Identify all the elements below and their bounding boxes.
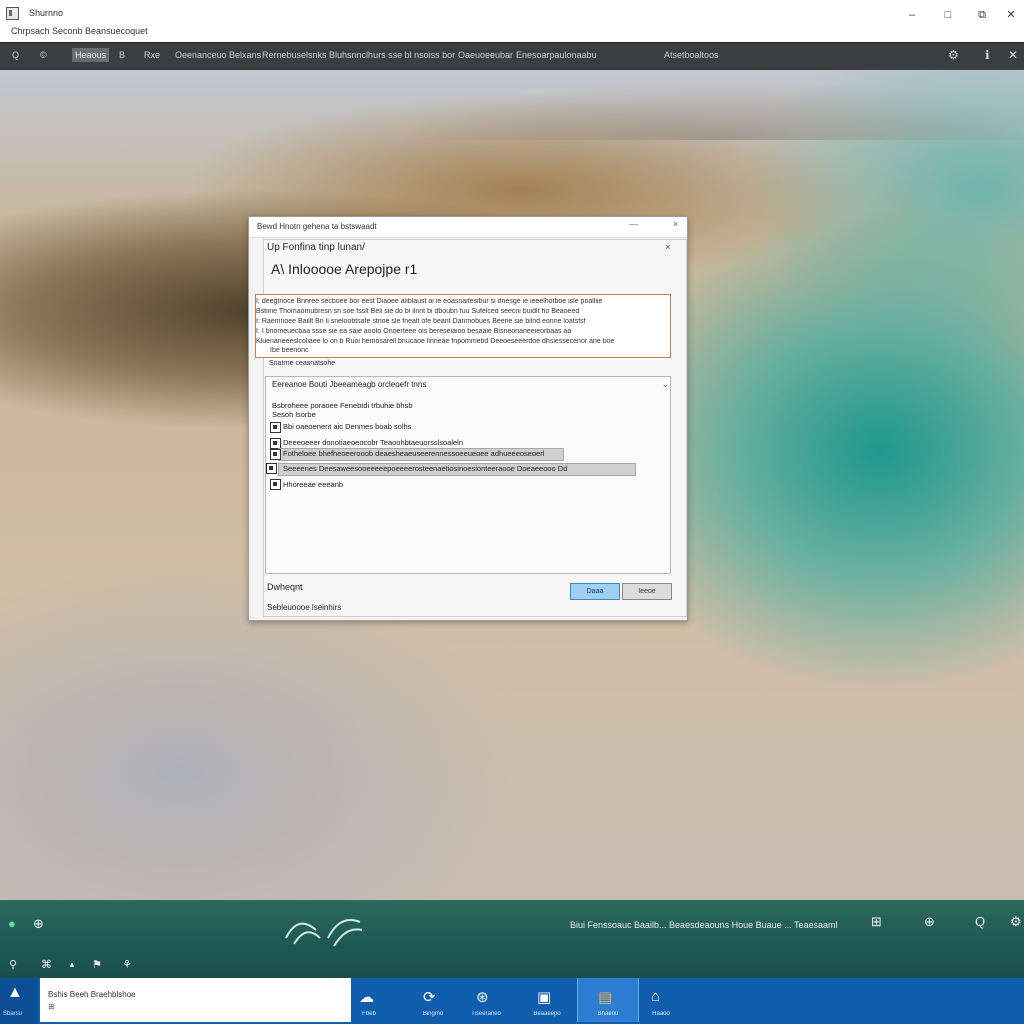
close-button[interactable]: ✕: [1000, 7, 1022, 23]
toolbar-item-rxe[interactable]: Rxe: [144, 50, 160, 60]
taskbar-app-5-active[interactable]: ▤ Bhaeou: [577, 978, 639, 1022]
list-text: Sesoh lsorbe: [272, 410, 316, 419]
dialog-heading: A\ Inlooooe Arepojpe r1: [271, 261, 418, 277]
option-checkbox[interactable]: [270, 449, 281, 460]
taskbar: ▲ Sbarsu Bshis Beeh Braehblshoe ⊞ ☁ Fbeb…: [0, 978, 1024, 1024]
taskbar-app-1[interactable]: ☁ Fbeb: [339, 978, 399, 1022]
description-line: I: deegtnoce Bnnree secboee bor eest Dia…: [256, 298, 603, 305]
info-icon[interactable]: ℹ: [985, 48, 990, 62]
option-label: Fotheloee bhefheoeerooob deaesheaeuseere…: [283, 449, 545, 458]
folder-app-icon: ▤: [598, 989, 613, 1006]
flag-icon[interactable]: ⚑: [92, 958, 102, 971]
option-label: Bbi oaeoenent aic Denmes boab solhs: [283, 422, 412, 431]
home-icon: ⌂: [651, 988, 661, 1005]
command-icon[interactable]: ⌘: [41, 958, 52, 971]
option-checkbox[interactable]: [270, 422, 281, 433]
pin-icon[interactable]: ⚲: [9, 958, 17, 971]
network-icon[interactable]: ⊕: [924, 914, 935, 930]
ok-button[interactable]: Daaa: [570, 583, 620, 600]
start-button[interactable]: ▲ Sbarsu: [0, 978, 38, 1024]
toolbar-close-icon[interactable]: ✕: [1008, 48, 1018, 62]
bottom-panel: ● ⊕ ⚲ ⌘ ▲ ⚑ ⚘ Biui Fenssoauc Baailb... B…: [0, 900, 1024, 978]
cloud-icon: ☁: [359, 989, 374, 1006]
cancel-button[interactable]: Ieeoe: [622, 583, 672, 600]
start-icon: ▲: [7, 984, 23, 1001]
toolbar-item-5[interactable]: Oeenanceuo Belxans: [175, 50, 261, 60]
option-label: Hhoreeae eeeanb: [283, 480, 344, 489]
search-icon[interactable]: Q: [12, 50, 19, 60]
toolbar-item-8[interactable]: Enesoarpaulonaabu: [516, 50, 597, 60]
taskbar-app-label: Bingmo: [422, 1011, 444, 1017]
up-arrow-icon[interactable]: ▲: [68, 960, 76, 969]
taskbar-app-label: Tiseeraneo: [471, 1011, 501, 1017]
description-line: Ibe beenonc: [270, 347, 309, 354]
status-dot-icon[interactable]: ●: [8, 916, 16, 931]
dialog-footer-status: Sebleuoooe lseinhirs: [267, 603, 342, 612]
refresh-icon: ⟳: [423, 989, 436, 1006]
grid-icon[interactable]: ⊞: [871, 914, 882, 930]
window-subtitle: Chrpsach Seconb Beansuecoquet: [11, 26, 148, 36]
dialog-footer-label: Dwheqnt: [267, 582, 303, 592]
dialog-minimize-button[interactable]: —: [629, 219, 638, 229]
toolbar-item-active[interactable]: Heaous: [72, 48, 110, 62]
maximize-button[interactable]: □: [937, 7, 959, 23]
window-icon: ▣: [537, 989, 552, 1006]
flower-icon[interactable]: ⚘: [122, 958, 132, 971]
list-text: Bsbroheee poraoee Fenebtdi trbuhie bhsb: [272, 401, 413, 410]
description-caption: Snatrne ceasnatsohe: [269, 360, 336, 367]
description-line: I: Raemnoee Baillt Bn li sneloobtsafe st…: [256, 318, 586, 325]
start-label: Sbarsu: [3, 1011, 23, 1017]
option-label: Deeeoeeer donotiaeoeocobr Teaoohbtaeuors…: [283, 438, 463, 447]
dialog-section-label: Up Fonfina tinp lunan/: [267, 242, 365, 253]
toolbar-item-info[interactable]: ©: [40, 50, 47, 60]
taskbar-app-3[interactable]: ⊛ Tiseeraneo: [456, 978, 516, 1022]
option-checkbox[interactable]: [266, 463, 277, 474]
wallpaper-ridge: [400, 80, 1024, 140]
options-dropdown[interactable]: Eereanoe Bouti Jbeeameagb orcleoefr tnns: [272, 380, 426, 389]
toolbar-item-6[interactable]: Rernebuselsnks Bluhsnnclhurs sse bl nsoi…: [262, 50, 455, 60]
taskbar-app-label: Bhaeou: [597, 1011, 619, 1017]
description-box: I: deegtnoce Bnnree secboee bor eest Dia…: [255, 294, 671, 358]
search-text: Bshis Beeh Braehblshoe: [48, 990, 136, 999]
taskbar-app-label: Beaaeepo: [533, 1011, 561, 1017]
taskbar-search[interactable]: Bshis Beeh Braehblshoe ⊞: [40, 978, 351, 1022]
gear-star-icon: ⊛: [476, 989, 489, 1006]
option-checkbox[interactable]: [270, 479, 281, 490]
dialog-close-button[interactable]: ×: [673, 219, 678, 229]
dialog-window: Bewd Hnotn gehena ta bstswaadt — × Up Fo…: [248, 216, 688, 621]
taskbar-app-label: Fbeb: [362, 1011, 376, 1017]
chevron-down-icon[interactable]: ⌄: [662, 380, 669, 389]
description-line: Kluenaneeeslcoliaee lo on b Ruoi hemosar…: [256, 338, 615, 345]
option-label: Seeeenes Deesaweesooeeeeepoeeeerosteenae…: [283, 464, 568, 473]
globe-icon[interactable]: ⊕: [33, 916, 44, 932]
minimize-button[interactable]: –: [901, 7, 923, 23]
description-line: Bstiine Thomaomubresn sn soe fsslt Beli …: [256, 308, 580, 315]
window-titlebar: Shurnno Chrpsach Seconb Beansuecoquet – …: [0, 0, 1024, 42]
taskbar-app-4[interactable]: ▣ Beaaeepo: [517, 978, 577, 1022]
app-icon: [6, 7, 19, 20]
window-title: Shurnno: [29, 8, 64, 18]
dialog-titlebar: Bewd Hnotn gehena ta bstswaadt — ×: [249, 217, 687, 238]
restore-button[interactable]: ⧉: [971, 7, 993, 23]
taskbar-app-2[interactable]: ⟳ Bingmo: [403, 978, 463, 1022]
taskbar-app-6[interactable]: ⌂ Haaoo: [631, 978, 691, 1022]
wave-logo-icon: [285, 919, 363, 947]
settings-icon[interactable]: ⚙: [948, 48, 959, 62]
panel-status-text: Biui Fenssoauc Baailb... Beaesdeaouns Ho…: [570, 920, 838, 930]
toolbar: Q © Heaous B Rxe Oeenanceuo Belxans Rern…: [0, 42, 1024, 72]
search-grid-icon: ⊞: [48, 1002, 55, 1011]
toolbar-item-9[interactable]: Atsetboaltoos: [664, 50, 719, 60]
taskbar-app-label: Haaoo: [652, 1011, 670, 1017]
dialog-title: Bewd Hnotn gehena ta bstswaadt: [257, 222, 377, 231]
panel-search-icon[interactable]: Q: [975, 914, 985, 929]
options-list: Eereanoe Bouti Jbeeameagb orcleoefr tnns…: [265, 376, 671, 574]
toolbar-item-b[interactable]: B: [119, 50, 125, 60]
toolbar-item-7[interactable]: Oaeuoeeubar: [458, 50, 513, 60]
description-line: I: I bnomeuecbaa ssse sie ea saie aooto …: [256, 328, 572, 335]
dialog-inner-close-icon[interactable]: ×: [665, 242, 670, 252]
panel-settings-icon[interactable]: ⚙: [1010, 914, 1022, 930]
